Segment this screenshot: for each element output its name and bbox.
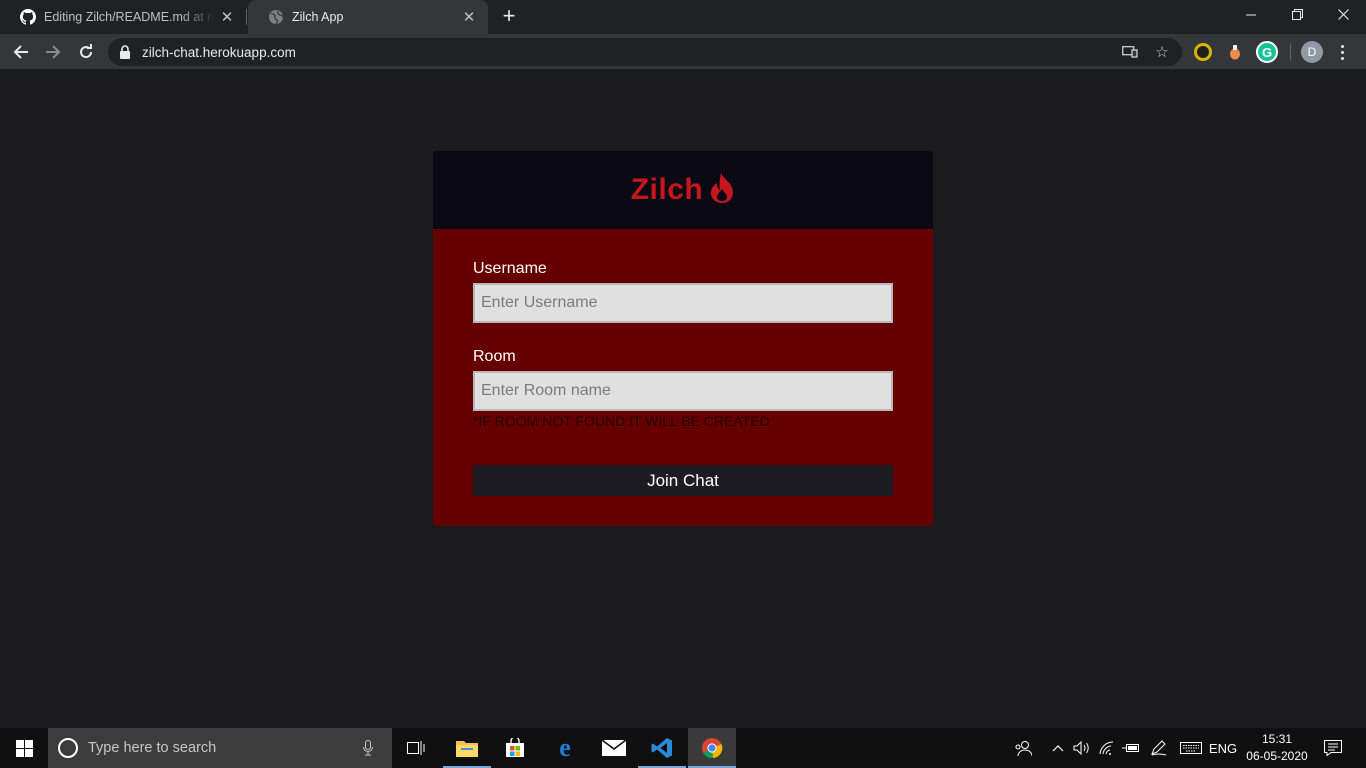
username-label: Username bbox=[473, 260, 547, 277]
tab-title: Editing Zilch/README.md at master · Zilc… bbox=[44, 10, 214, 24]
people-icon[interactable] bbox=[1012, 728, 1034, 768]
windows-icon bbox=[15, 739, 33, 757]
edge-icon[interactable]: e bbox=[541, 728, 589, 768]
bookmark-star-icon[interactable]: ☆ bbox=[1153, 43, 1171, 61]
globe-icon bbox=[268, 9, 284, 25]
reload-button[interactable] bbox=[73, 39, 99, 65]
address-bar[interactable]: zilch-chat.herokuapp.com ☆ bbox=[108, 38, 1182, 66]
tab-separator bbox=[246, 9, 247, 25]
close-tab-icon[interactable]: ✕ bbox=[214, 8, 240, 26]
chevron-up-icon[interactable] bbox=[1049, 728, 1067, 768]
toolbar-separator bbox=[1290, 44, 1291, 60]
clock-time: 15:31 bbox=[1261, 732, 1293, 746]
username-input[interactable] bbox=[473, 283, 893, 323]
close-tab-icon[interactable]: ✕ bbox=[456, 8, 482, 26]
restore-button[interactable] bbox=[1274, 0, 1320, 30]
extension-icon[interactable] bbox=[1194, 43, 1212, 61]
arrow-left-icon bbox=[13, 45, 28, 59]
microphone-icon[interactable] bbox=[358, 740, 378, 756]
room-hint: *IF ROOM NOT FOUND IT WILL BE CREATED bbox=[473, 413, 770, 429]
language-indicator[interactable]: ENG bbox=[1208, 728, 1238, 768]
brand-name: Zilch bbox=[630, 173, 704, 206]
microsoft-store-icon[interactable] bbox=[491, 728, 539, 768]
room-label: Room bbox=[473, 348, 516, 365]
tab-title: Zilch App bbox=[292, 10, 344, 24]
system-clock[interactable]: 15:31 06-05-2020 bbox=[1240, 731, 1314, 765]
lock-icon[interactable] bbox=[119, 45, 133, 59]
task-view-icon[interactable] bbox=[392, 728, 440, 768]
search-icon bbox=[58, 738, 78, 758]
url-text: zilch-chat.herokuapp.com bbox=[142, 45, 296, 60]
browser-toolbar: zilch-chat.herokuapp.com ☆ G D bbox=[0, 34, 1366, 70]
battery-icon[interactable] bbox=[1121, 728, 1141, 768]
chrome-icon[interactable] bbox=[688, 728, 736, 768]
forward-button[interactable] bbox=[40, 39, 66, 65]
cast-icon[interactable] bbox=[1121, 43, 1139, 61]
back-button[interactable] bbox=[8, 39, 34, 65]
mail-icon[interactable] bbox=[590, 728, 638, 768]
new-tab-button[interactable]: + bbox=[496, 5, 522, 29]
taskbar: Type here to search e ENG 15:31 06-05-20… bbox=[0, 728, 1366, 768]
extension-icon[interactable] bbox=[1226, 43, 1244, 61]
search-placeholder: Type here to search bbox=[88, 740, 217, 756]
notifications-icon[interactable] bbox=[1322, 728, 1344, 768]
pen-icon[interactable] bbox=[1149, 728, 1169, 768]
file-explorer-icon[interactable] bbox=[443, 728, 491, 768]
speaker-icon[interactable] bbox=[1072, 728, 1092, 768]
join-form: Username Room *IF ROOM NOT FOUND IT WILL… bbox=[433, 229, 933, 526]
minimize-button[interactable] bbox=[1228, 0, 1274, 30]
reload-icon bbox=[80, 44, 93, 59]
arrow-right-icon bbox=[46, 45, 61, 59]
start-button[interactable] bbox=[0, 728, 48, 768]
brand-logo: Zilch bbox=[631, 172, 736, 209]
github-icon bbox=[20, 9, 36, 25]
room-input[interactable] bbox=[473, 371, 893, 411]
grammarly-icon[interactable]: G bbox=[1256, 41, 1278, 63]
clock-date: 06-05-2020 bbox=[1246, 749, 1308, 763]
join-chat-button[interactable]: Join Chat bbox=[473, 465, 893, 496]
vscode-icon[interactable] bbox=[638, 728, 686, 768]
card-header: Zilch bbox=[433, 151, 933, 229]
wifi-icon[interactable] bbox=[1098, 728, 1118, 768]
browser-menu-icon[interactable] bbox=[1334, 41, 1350, 63]
profile-avatar[interactable]: D bbox=[1301, 41, 1323, 63]
browser-tab-zilch[interactable]: Zilch App ✕ bbox=[248, 0, 488, 34]
browser-tab-strip: Editing Zilch/README.md at master · Zilc… bbox=[0, 0, 1366, 34]
taskbar-search[interactable]: Type here to search bbox=[48, 728, 392, 768]
close-window-button[interactable] bbox=[1320, 0, 1366, 30]
keyboard-icon[interactable] bbox=[1179, 728, 1203, 768]
join-card: Zilch Username Room *IF ROOM NOT FOUND I… bbox=[433, 151, 933, 526]
browser-tab-github[interactable]: Editing Zilch/README.md at master · Zilc… bbox=[0, 0, 246, 34]
flame-icon bbox=[709, 172, 735, 209]
